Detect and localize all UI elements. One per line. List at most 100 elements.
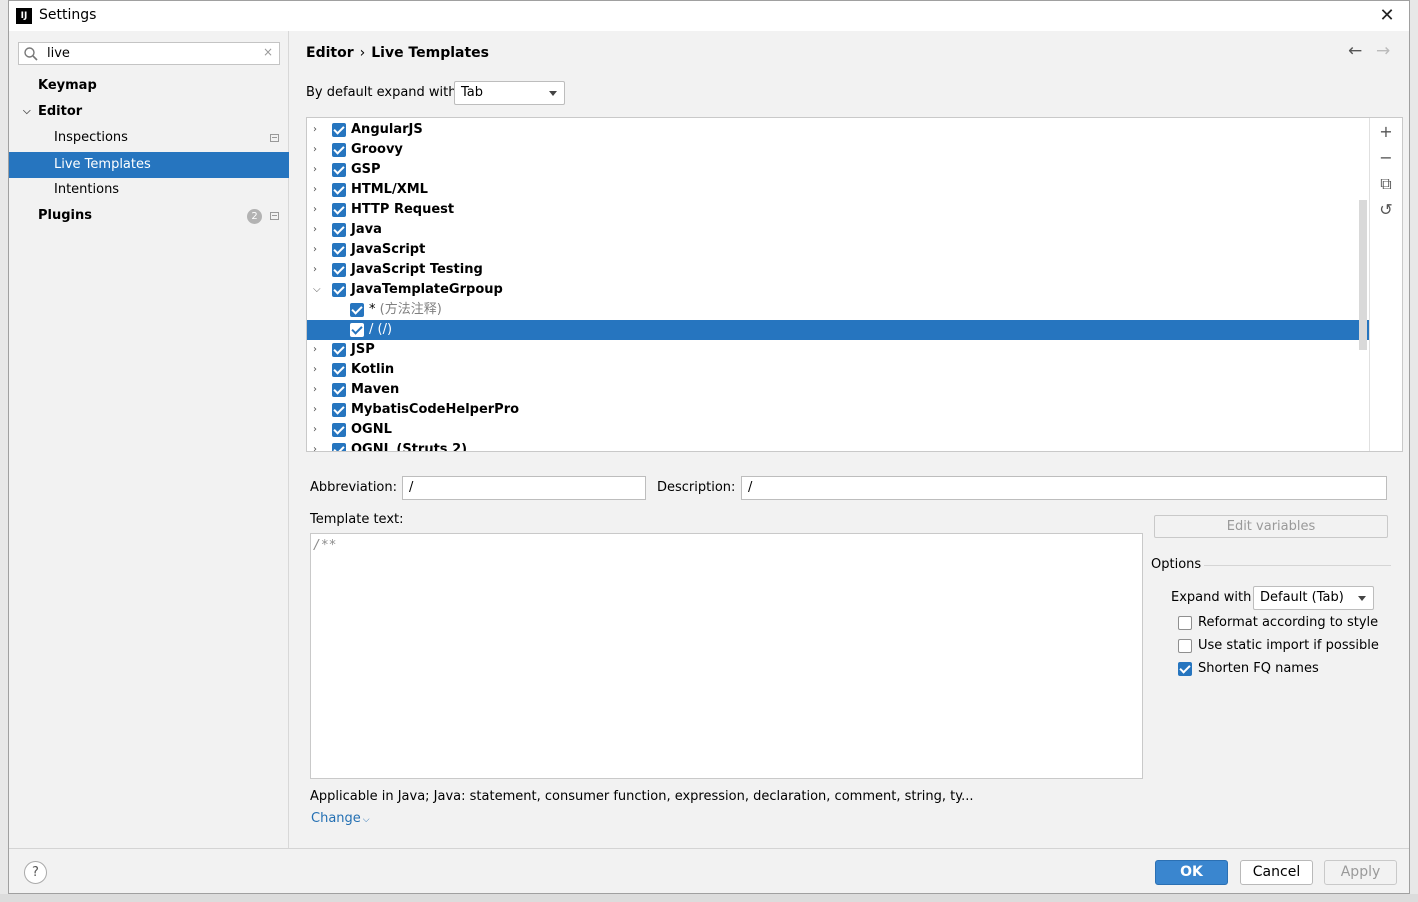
- group-checkbox[interactable]: [332, 243, 346, 257]
- ok-button[interactable]: OK: [1155, 860, 1228, 885]
- template-checkbox[interactable]: [350, 323, 364, 337]
- reformat-checkbox[interactable]: [1178, 616, 1192, 630]
- group-checkbox[interactable]: [332, 363, 346, 377]
- template-group-row[interactable]: › HTML/XML: [307, 180, 1369, 200]
- chevron-right-icon[interactable]: ›: [313, 240, 317, 260]
- template-description: (方法注释): [379, 302, 442, 317]
- sidebar-item-inspections[interactable]: Inspections: [9, 125, 289, 151]
- group-checkbox[interactable]: [332, 183, 346, 197]
- static-import-label: Use static import if possible: [1198, 638, 1379, 653]
- back-arrow-icon[interactable]: ←: [1348, 41, 1362, 61]
- chevron-right-icon[interactable]: ›: [313, 380, 317, 400]
- copy-icon[interactable]: ⧉: [1376, 174, 1396, 194]
- group-checkbox[interactable]: [332, 223, 346, 237]
- template-group-row[interactable]: › GSP: [307, 160, 1369, 180]
- expand-with-value: Default (Tab): [1260, 590, 1344, 605]
- chevron-down-icon[interactable]: ⌵: [23, 99, 31, 125]
- options-title: Options: [1151, 557, 1202, 572]
- chevron-down-icon[interactable]: ⌵: [313, 280, 321, 300]
- template-group-row[interactable]: › HTTP Request: [307, 200, 1369, 220]
- template-group-row[interactable]: › JavaScript Testing: [307, 260, 1369, 280]
- sidebar-item-live-templates[interactable]: Live Templates: [9, 152, 289, 178]
- restore-icon[interactable]: ↺: [1376, 200, 1396, 220]
- group-checkbox[interactable]: [332, 163, 346, 177]
- group-checkbox[interactable]: [332, 143, 346, 157]
- search-box[interactable]: ×: [18, 42, 280, 65]
- chevron-right-icon[interactable]: ›: [313, 160, 317, 180]
- template-row[interactable]: * (方法注释): [307, 300, 1369, 320]
- forward-arrow-icon[interactable]: →: [1376, 41, 1390, 61]
- group-name: Groovy: [351, 142, 403, 157]
- sidebar-item-intentions[interactable]: Intentions: [9, 177, 289, 203]
- updates-count-badge: 2: [247, 209, 262, 224]
- settings-sidebar: × Keymap ⌵ Editor Inspections Live Templ…: [9, 31, 289, 848]
- group-name: OGNL (Struts 2): [351, 442, 468, 451]
- dropdown-caret-icon: [1358, 596, 1366, 601]
- group-checkbox[interactable]: [332, 403, 346, 417]
- chevron-right-icon[interactable]: ›: [313, 400, 317, 420]
- chevron-right-icon[interactable]: ›: [313, 180, 317, 200]
- sidebar-item-plugins[interactable]: Plugins 2: [9, 203, 289, 229]
- sidebar-item-label: Keymap: [38, 78, 97, 93]
- remove-icon[interactable]: −: [1376, 148, 1396, 168]
- group-checkbox[interactable]: [332, 203, 346, 217]
- tree-scrollbar[interactable]: [1359, 200, 1367, 350]
- group-checkbox[interactable]: [332, 383, 346, 397]
- close-button[interactable]: ✕: [1369, 1, 1405, 31]
- abbreviation-field[interactable]: /: [402, 476, 646, 500]
- chevron-right-icon[interactable]: ›: [313, 220, 317, 240]
- chevron-right-icon[interactable]: ›: [313, 340, 317, 360]
- chevron-right-icon[interactable]: ›: [313, 440, 317, 451]
- group-checkbox[interactable]: [332, 343, 346, 357]
- expand-with-dropdown[interactable]: Default (Tab): [1253, 586, 1374, 610]
- template-group-row[interactable]: › AngularJS: [307, 120, 1369, 140]
- help-button[interactable]: ?: [24, 861, 47, 884]
- chevron-right-icon[interactable]: ›: [313, 360, 317, 380]
- edit-variables-button[interactable]: Edit variables: [1154, 515, 1388, 538]
- chevron-right-icon[interactable]: ›: [313, 200, 317, 220]
- template-group-row[interactable]: › Kotlin: [307, 360, 1369, 380]
- static-import-checkbox[interactable]: [1178, 639, 1192, 653]
- add-icon[interactable]: +: [1376, 122, 1396, 142]
- default-expand-value: Tab: [461, 85, 484, 100]
- description-field[interactable]: /: [741, 476, 1387, 500]
- group-checkbox[interactable]: [332, 123, 346, 137]
- change-label: Change: [311, 811, 361, 826]
- default-expand-dropdown[interactable]: Tab: [454, 81, 565, 105]
- shorten-fq-label: Shorten FQ names: [1198, 661, 1319, 676]
- change-contexts-link[interactable]: Change ⌵: [311, 811, 370, 826]
- template-group-row[interactable]: › Java: [307, 220, 1369, 240]
- group-checkbox[interactable]: [332, 423, 346, 437]
- chevron-right-icon[interactable]: ›: [313, 120, 317, 140]
- cancel-button[interactable]: Cancel: [1240, 860, 1313, 885]
- sidebar-item-keymap[interactable]: Keymap: [9, 73, 289, 99]
- template-group-row[interactable]: › OGNL (Struts 2): [307, 440, 1369, 451]
- group-checkbox[interactable]: [332, 263, 346, 277]
- template-group-row[interactable]: › Groovy: [307, 140, 1369, 160]
- template-group-row[interactable]: ⌵ JavaTemplateGrpoup: [307, 280, 1369, 300]
- template-group-row[interactable]: › Maven: [307, 380, 1369, 400]
- template-group-row[interactable]: › MybatisCodeHelperPro: [307, 400, 1369, 420]
- template-text-editor[interactable]: /**: [310, 533, 1143, 779]
- apply-button[interactable]: Apply: [1324, 860, 1397, 885]
- group-name: Java: [351, 222, 382, 237]
- sidebar-item-editor[interactable]: ⌵ Editor: [9, 99, 289, 125]
- shorten-fq-checkbox[interactable]: [1178, 662, 1192, 676]
- breadcrumb-parent: Editor: [306, 45, 354, 61]
- chevron-right-icon[interactable]: ›: [313, 420, 317, 440]
- template-row[interactable]: / (/): [307, 320, 1369, 340]
- template-text-content: /**: [313, 538, 337, 553]
- search-input[interactable]: [47, 45, 247, 62]
- template-checkbox[interactable]: [350, 303, 364, 317]
- sidebar-item-label: Editor: [38, 104, 83, 119]
- template-group-row[interactable]: › JSP: [307, 340, 1369, 360]
- clear-search-icon[interactable]: ×: [263, 45, 273, 59]
- group-checkbox[interactable]: [332, 283, 346, 297]
- chevron-right-icon[interactable]: ›: [313, 140, 317, 160]
- template-group-row[interactable]: › OGNL: [307, 420, 1369, 440]
- template-group-row[interactable]: › JavaScript: [307, 240, 1369, 260]
- abbreviation-label: Abbreviation:: [310, 480, 398, 495]
- chevron-right-icon[interactable]: ›: [313, 260, 317, 280]
- background-window-strip-right: [1410, 0, 1418, 902]
- group-checkbox[interactable]: [332, 443, 346, 451]
